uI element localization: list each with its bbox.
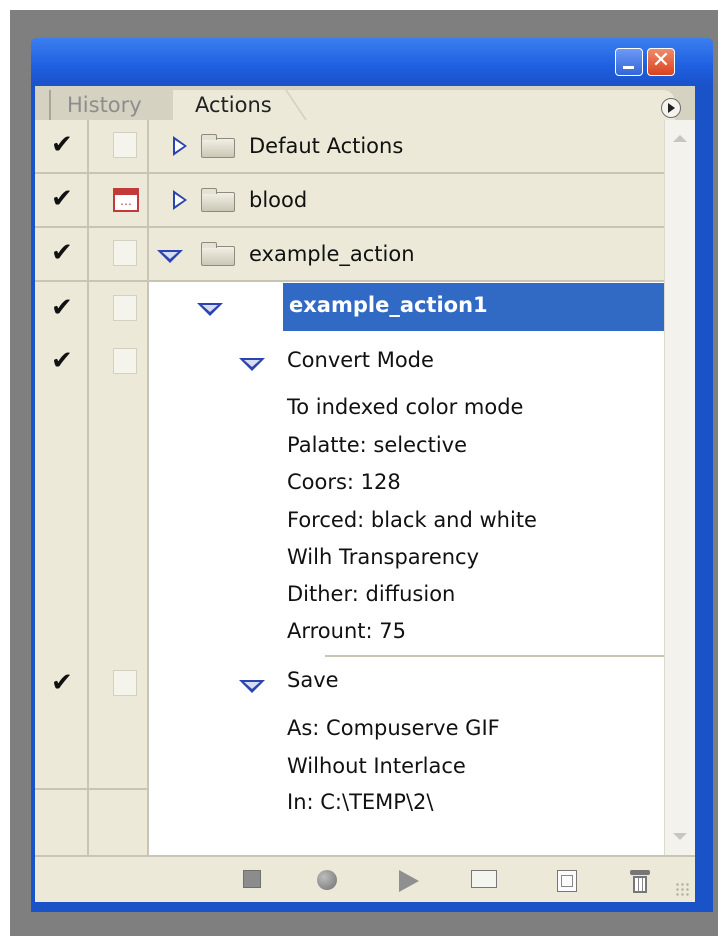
dialog-window-icon[interactable] xyxy=(113,188,139,212)
set-label: blood xyxy=(249,188,308,212)
command-detail: To indexed color mode xyxy=(287,395,524,419)
minimize-icon[interactable] xyxy=(615,48,643,76)
folder-icon xyxy=(201,134,235,158)
command-detail: Coors: 128 xyxy=(287,470,401,494)
command-detail: Wilh Transparency xyxy=(287,545,480,569)
list-item-action-set[interactable]: ✔ Defaut Actions xyxy=(35,120,695,174)
command-label: Convert Mode xyxy=(287,348,434,372)
new-set-icon[interactable] xyxy=(471,870,497,888)
collapse-triangle-icon[interactable] xyxy=(239,680,265,693)
palette-menu-icon[interactable] xyxy=(661,98,681,118)
vertical-scrollbar[interactable] xyxy=(664,120,695,855)
trash-icon[interactable] xyxy=(630,870,650,894)
dialog-toggle-box[interactable] xyxy=(113,348,137,374)
list-item-action-set[interactable]: ✔ example_action xyxy=(35,228,695,282)
command-label: Save xyxy=(287,668,339,692)
collapse-triangle-icon[interactable] xyxy=(157,250,183,263)
record-icon[interactable] xyxy=(317,870,337,890)
command-detail: As: Compuserve GIF xyxy=(287,716,500,740)
actions-list: ✔ Defaut Actions ✔ blood ✔ xyxy=(35,120,695,855)
command-detail: Palatte: selective xyxy=(287,433,468,457)
folder-icon xyxy=(201,242,235,266)
item-toggle-checkbox[interactable]: ✔ xyxy=(51,346,73,376)
command-detail: Forced: black and white xyxy=(287,508,537,532)
scroll-up-icon[interactable] xyxy=(668,128,692,152)
command-detail: Dither: diffusion xyxy=(287,582,456,606)
new-action-icon[interactable] xyxy=(557,870,577,892)
scroll-down-icon[interactable] xyxy=(668,825,692,849)
divider xyxy=(35,788,149,790)
item-toggle-checkbox[interactable]: ✔ xyxy=(51,668,73,698)
folder-icon xyxy=(201,188,235,212)
palette-panel: History Actions ✔ Defaut Actions ✔ … blo… xyxy=(35,86,695,902)
dialog-toggle-box[interactable] xyxy=(113,240,137,266)
dialog-toggle-box[interactable] xyxy=(113,670,137,696)
command-detail: Arrount: 75 xyxy=(287,619,406,643)
dialog-toggle-box[interactable] xyxy=(113,132,137,158)
tab-row: History Actions xyxy=(35,86,695,120)
item-toggle-checkbox[interactable]: ✔ xyxy=(51,293,73,323)
collapse-triangle-icon[interactable] xyxy=(239,358,265,371)
dialog-toggle-box[interactable] xyxy=(113,295,137,321)
trash-lid xyxy=(630,870,650,875)
divider xyxy=(325,655,691,657)
list-item-command[interactable]: ✔ Convert Mode xyxy=(35,336,695,388)
collapse-triangle-icon[interactable] xyxy=(197,303,223,316)
selected-action-highlight[interactable]: example_action1 xyxy=(283,283,691,331)
command-detail: Wilhout Interlace xyxy=(287,754,466,778)
item-toggle-checkbox[interactable]: ✔ xyxy=(51,238,73,268)
set-label: example_action xyxy=(249,242,415,266)
title-bar[interactable]: ✕ xyxy=(31,38,713,86)
action-label: example_action1 xyxy=(289,293,488,317)
expand-triangle-icon[interactable] xyxy=(173,190,187,210)
list-item-command[interactable]: ✔ Save xyxy=(35,658,695,710)
resize-grip-icon[interactable] xyxy=(675,882,691,898)
command-detail: In: C:\TEMP\2\ xyxy=(287,790,434,814)
expand-triangle-icon[interactable] xyxy=(173,136,187,156)
trash-can xyxy=(633,876,647,893)
item-toggle-checkbox[interactable]: ✔ xyxy=(51,184,73,214)
close-icon[interactable]: ✕ xyxy=(647,48,675,76)
play-icon[interactable] xyxy=(399,870,419,892)
actions-palette-window: ✕ History Actions ✔ Defaut Actions ✔ … b… xyxy=(31,38,713,912)
set-label: Defaut Actions xyxy=(249,134,404,158)
actions-toolbar xyxy=(35,855,695,902)
list-item-action[interactable]: ✔ example_action1 xyxy=(35,283,695,335)
item-toggle-checkbox[interactable]: ✔ xyxy=(51,130,73,160)
stop-icon[interactable] xyxy=(243,870,261,888)
list-item-action-set[interactable]: ✔ blood xyxy=(35,174,695,228)
tab-history[interactable]: History xyxy=(49,90,187,120)
